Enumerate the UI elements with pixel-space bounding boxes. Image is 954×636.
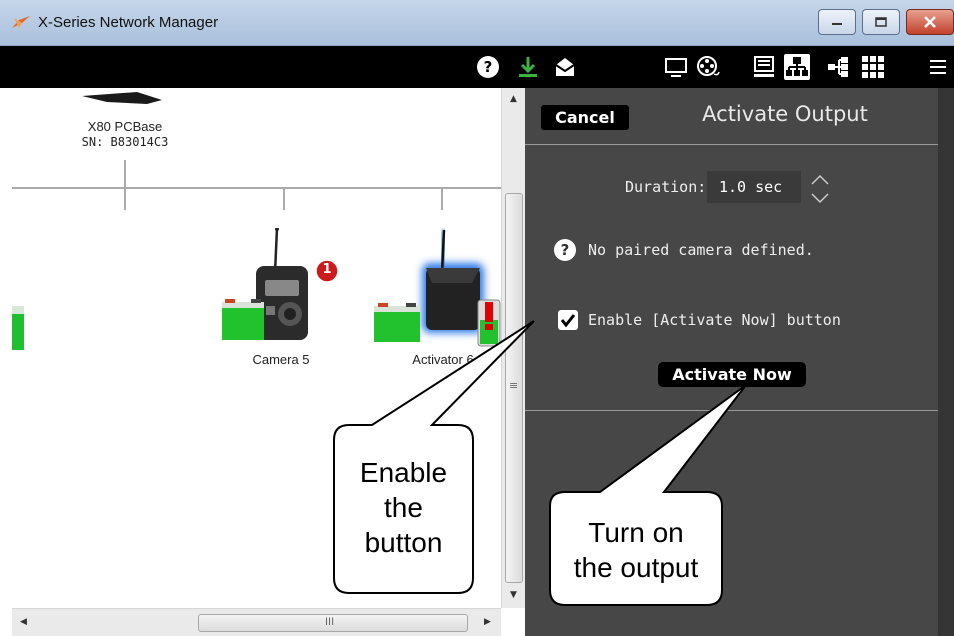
callout-enable-text: Enable the button: [359, 457, 448, 558]
camera-label: Camera 5: [252, 352, 310, 367]
download-icon[interactable]: [516, 55, 540, 79]
horizontal-scrollbar[interactable]: ◀ III ▶: [12, 608, 501, 636]
network-icon[interactable]: [783, 53, 811, 81]
camera-device-icon[interactable]: [220, 228, 350, 343]
cancel-button[interactable]: Cancel: [541, 105, 629, 130]
minimize-button[interactable]: [818, 9, 856, 35]
help-icon[interactable]: ?: [476, 55, 500, 79]
scroll-down-arrow-icon[interactable]: ▼: [510, 590, 517, 600]
callout-turnon-text: Turn on the output: [573, 517, 699, 583]
vertical-scrollbar[interactable]: ▲ ≡ ▼: [501, 88, 525, 608]
panel-edge-strip: [938, 88, 954, 636]
close-button[interactable]: [906, 9, 954, 35]
horizontal-scroll-thumb[interactable]: III: [198, 614, 468, 632]
divider: [525, 144, 938, 145]
activator-label: Activator 6: [412, 352, 474, 367]
minimize-icon: [832, 23, 842, 25]
app-logo-icon: [12, 16, 30, 28]
toolbar: ?: [0, 46, 954, 88]
connector-line: [124, 188, 443, 210]
maximize-icon: [875, 17, 887, 27]
svg-text:?: ?: [484, 58, 493, 76]
title-bar: X-Series Network Manager: [0, 0, 954, 46]
divider: [525, 410, 938, 411]
duration-field[interactable]: 1.0 sec: [707, 171, 801, 203]
base-name: X80 PCBase: [87, 119, 163, 134]
checkmark-icon: [560, 314, 576, 328]
enable-checkbox[interactable]: [558, 310, 578, 330]
scroll-up-arrow-icon[interactable]: ▲: [510, 94, 517, 104]
window-title: X-Series Network Manager: [38, 14, 219, 31]
panel-title: Activate Output: [702, 102, 868, 126]
close-icon: [924, 16, 936, 28]
vertical-grip-icon: ≡: [509, 379, 519, 392]
report-icon[interactable]: [752, 55, 776, 79]
vertical-scroll-thumb[interactable]: ≡: [505, 193, 523, 583]
help-icon[interactable]: ?: [554, 239, 576, 261]
tree-icon[interactable]: [826, 55, 850, 79]
grid-icon[interactable]: [861, 55, 885, 79]
hamburger-menu-icon[interactable]: [928, 55, 948, 79]
info-text: No paired camera defined.: [588, 241, 814, 259]
enable-checkbox-label[interactable]: Enable [Activate Now] button: [588, 311, 841, 329]
scroll-right-arrow-icon[interactable]: ▶: [484, 617, 491, 627]
mail-icon[interactable]: [553, 55, 577, 79]
pcbase-device-icon: [82, 92, 162, 104]
partial-device-icon: [12, 306, 24, 350]
horizontal-grip-icon: III: [325, 616, 335, 628]
base-serial: SN: B83014C3: [81, 135, 169, 149]
activate-now-button[interactable]: Activate Now: [658, 362, 806, 387]
film-reel-icon[interactable]: [696, 55, 720, 79]
notification-badge: 1: [322, 262, 332, 277]
scroll-left-arrow-icon[interactable]: ◀: [20, 617, 27, 627]
monitor-icon[interactable]: [664, 55, 688, 79]
maximize-button[interactable]: [862, 9, 900, 35]
duration-stepper-icon[interactable]: [809, 172, 831, 206]
duration-label: Duration:: [625, 178, 707, 196]
activator-device-icon[interactable]: [372, 228, 501, 348]
